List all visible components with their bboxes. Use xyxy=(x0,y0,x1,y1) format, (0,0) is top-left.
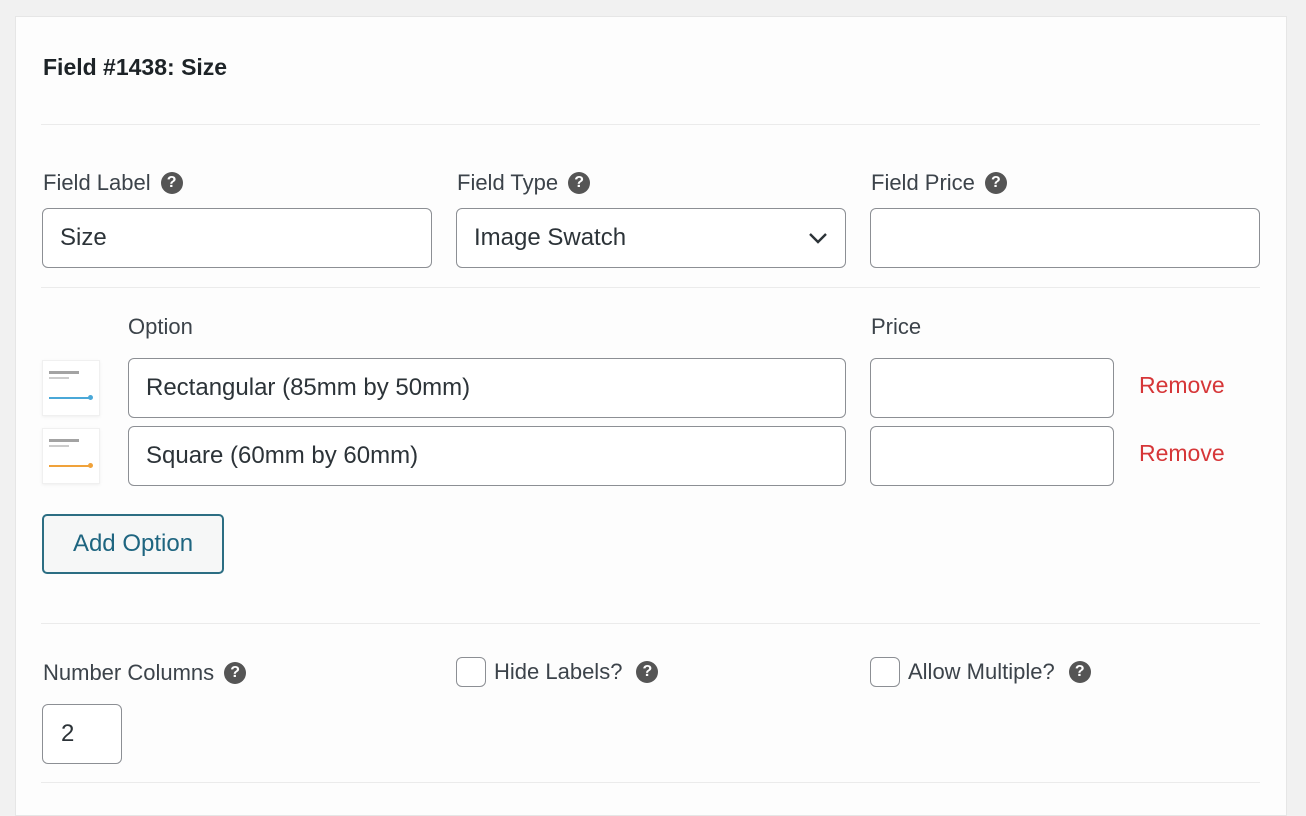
chevron-down-icon xyxy=(809,233,827,244)
remove-option-link[interactable]: Remove xyxy=(1139,372,1225,399)
help-icon[interactable]: ? xyxy=(568,172,591,194)
allow-multiple-checkbox[interactable] xyxy=(870,657,900,687)
option-price-input[interactable] xyxy=(870,358,1114,418)
allow-multiple-option: Allow Multiple? ? xyxy=(870,657,1091,687)
add-option-button[interactable]: Add Option xyxy=(42,514,224,574)
divider xyxy=(41,287,1260,288)
field-label-label: Field Label ? xyxy=(43,170,183,196)
number-columns-label: Number Columns ? xyxy=(43,660,247,686)
option-image-thumbnail[interactable] xyxy=(42,360,100,416)
field-price-input[interactable] xyxy=(870,208,1260,268)
divider xyxy=(41,124,1260,125)
divider xyxy=(41,623,1260,624)
price-column-header: Price xyxy=(871,314,922,339)
field-label-input[interactable]: Size xyxy=(42,208,432,268)
field-title: Field #1438: Size xyxy=(43,54,228,80)
help-icon[interactable]: ? xyxy=(1068,661,1091,683)
field-type-select[interactable]: Image Swatch xyxy=(456,208,846,268)
option-image-thumbnail[interactable] xyxy=(42,428,100,484)
divider xyxy=(41,782,1260,783)
help-icon[interactable]: ? xyxy=(160,172,183,194)
hide-labels-checkbox[interactable] xyxy=(456,657,486,687)
hide-labels-option: Hide Labels? ? xyxy=(456,657,659,687)
number-columns-input[interactable]: 2 xyxy=(42,704,122,764)
remove-option-link[interactable]: Remove xyxy=(1139,440,1225,467)
option-value-input[interactable]: Rectangular (85mm by 50mm) xyxy=(128,358,846,418)
option-column-header: Option xyxy=(128,314,193,339)
help-icon[interactable]: ? xyxy=(984,172,1007,194)
help-icon[interactable]: ? xyxy=(224,662,247,684)
field-type-label: Field Type ? xyxy=(457,170,591,196)
field-price-label: Field Price ? xyxy=(871,170,1007,196)
option-value-input[interactable]: Square (60mm by 60mm) xyxy=(128,426,846,486)
help-icon[interactable]: ? xyxy=(636,661,659,683)
option-price-input[interactable] xyxy=(870,426,1114,486)
